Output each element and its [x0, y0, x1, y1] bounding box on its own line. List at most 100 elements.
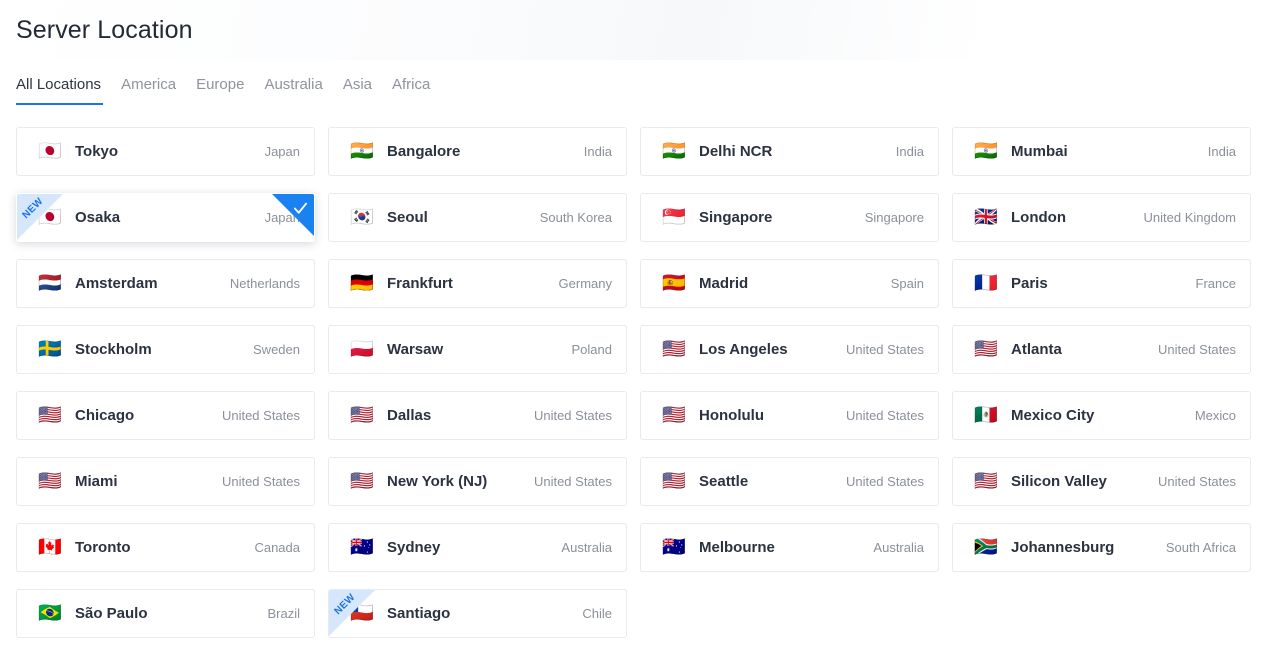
location-card[interactable]: 🇺🇸 Atlanta United States [952, 325, 1251, 374]
location-country: Japan [264, 144, 300, 159]
location-card[interactable]: NEW 🇯🇵 Osaka Japan [16, 193, 315, 242]
flag-singapore-icon: 🇸🇬 [662, 206, 686, 228]
tab-all-locations[interactable]: All Locations [16, 75, 111, 105]
location-card[interactable]: NEW 🇨🇱 Santiago Chile [328, 589, 627, 638]
location-city: Paris [1011, 275, 1048, 292]
location-country: Spain [890, 276, 924, 291]
location-country: Australia [873, 540, 924, 555]
location-city: London [1011, 209, 1066, 226]
location-card[interactable]: 🇮🇳 Delhi NCR India [640, 127, 939, 176]
flag-netherlands-icon: 🇳🇱 [38, 272, 62, 294]
flag-poland-icon: 🇵🇱 [350, 338, 374, 360]
tab-america[interactable]: America [111, 75, 186, 105]
location-country: France [1195, 276, 1236, 291]
flag-united-states-icon: 🇺🇸 [974, 470, 998, 492]
location-card[interactable]: 🇪🇸 Madrid Spain [640, 259, 939, 308]
location-card[interactable]: 🇧🇷 São Paulo Brazil [16, 589, 315, 638]
location-city: Santiago [387, 605, 451, 622]
location-country: Australia [561, 540, 612, 555]
location-country: South Korea [539, 210, 612, 225]
location-country: India [1207, 144, 1236, 159]
location-city: Amsterdam [75, 275, 158, 292]
flag-india-icon: 🇮🇳 [662, 140, 686, 162]
tab-asia[interactable]: Asia [333, 75, 382, 105]
location-card[interactable]: 🇳🇱 Amsterdam Netherlands [16, 259, 315, 308]
location-city: Frankfurt [387, 275, 453, 292]
flag-south-korea-icon: 🇰🇷 [350, 206, 374, 228]
flag-japan-icon: 🇯🇵 [38, 206, 62, 228]
location-card[interactable]: 🇮🇳 Bangalore India [328, 127, 627, 176]
location-city: Atlanta [1011, 341, 1062, 358]
location-card[interactable]: 🇯🇵 Tokyo Japan [16, 127, 315, 176]
location-card[interactable]: 🇦🇺 Melbourne Australia [640, 523, 939, 572]
flag-south-africa-icon: 🇿🇦 [974, 536, 998, 558]
server-location-page: Server Location All Locations America Euro… [0, 0, 1267, 638]
flag-united-states-icon: 🇺🇸 [350, 470, 374, 492]
location-card[interactable]: 🇩🇪 Frankfurt Germany [328, 259, 627, 308]
flag-mexico-icon: 🇲🇽 [974, 404, 998, 426]
location-country: Singapore [864, 210, 924, 225]
location-card[interactable]: 🇺🇸 Los Angeles United States [640, 325, 939, 374]
location-card[interactable]: 🇵🇱 Warsaw Poland [328, 325, 627, 374]
location-card[interactable]: 🇺🇸 Honolulu United States [640, 391, 939, 440]
location-country: South Africa [1165, 540, 1236, 555]
location-city: Chicago [75, 407, 135, 424]
location-card[interactable]: 🇺🇸 Seattle United States [640, 457, 939, 506]
location-card[interactable]: 🇫🇷 Paris France [952, 259, 1251, 308]
location-country: United States [845, 474, 924, 489]
location-country: Japan [264, 210, 300, 225]
location-card[interactable]: 🇨🇦 Toronto Canada [16, 523, 315, 572]
location-city: Johannesburg [1011, 539, 1115, 556]
location-card[interactable]: 🇸🇬 Singapore Singapore [640, 193, 939, 242]
flag-japan-icon: 🇯🇵 [38, 140, 62, 162]
flag-india-icon: 🇮🇳 [974, 140, 998, 162]
location-country: Netherlands [229, 276, 300, 291]
location-country: United States [1157, 342, 1236, 357]
flag-chile-icon: 🇨🇱 [350, 602, 374, 624]
flag-canada-icon: 🇨🇦 [38, 536, 62, 558]
flag-united-states-icon: 🇺🇸 [662, 404, 686, 426]
location-city: Toronto [75, 539, 131, 556]
location-card[interactable]: 🇮🇳 Mumbai India [952, 127, 1251, 176]
location-country: United States [221, 408, 300, 423]
location-city: Honolulu [699, 407, 764, 424]
location-country: United States [845, 408, 924, 423]
flag-united-states-icon: 🇺🇸 [38, 404, 62, 426]
location-card[interactable]: 🇺🇸 Chicago United States [16, 391, 315, 440]
location-card[interactable]: 🇿🇦 Johannesburg South Africa [952, 523, 1251, 572]
location-card[interactable]: 🇺🇸 Miami United States [16, 457, 315, 506]
location-city: Stockholm [75, 341, 152, 358]
location-card[interactable]: 🇲🇽 Mexico City Mexico [952, 391, 1251, 440]
flag-brazil-icon: 🇧🇷 [38, 602, 62, 624]
flag-united-states-icon: 🇺🇸 [974, 338, 998, 360]
flag-united-states-icon: 🇺🇸 [350, 404, 374, 426]
flag-australia-icon: 🇦🇺 [662, 536, 686, 558]
location-city: Seoul [387, 209, 428, 226]
location-card[interactable]: 🇰🇷 Seoul South Korea [328, 193, 627, 242]
location-card[interactable]: 🇺🇸 Silicon Valley United States [952, 457, 1251, 506]
location-country: United States [221, 474, 300, 489]
location-city: Mumbai [1011, 143, 1068, 160]
flag-germany-icon: 🇩🇪 [350, 272, 374, 294]
location-city: Mexico City [1011, 407, 1095, 424]
tab-europe[interactable]: Europe [186, 75, 254, 105]
location-card[interactable]: 🇸🇪 Stockholm Sweden [16, 325, 315, 374]
location-country: United States [533, 408, 612, 423]
flag-united-kingdom-icon: 🇬🇧 [974, 206, 998, 228]
location-city: Miami [75, 473, 118, 490]
location-city: São Paulo [75, 605, 148, 622]
location-country: Mexico [1194, 408, 1236, 423]
location-country: Poland [571, 342, 612, 357]
location-country: Germany [558, 276, 612, 291]
tab-australia[interactable]: Australia [254, 75, 332, 105]
location-card[interactable]: 🇦🇺 Sydney Australia [328, 523, 627, 572]
location-city: Delhi NCR [699, 143, 773, 160]
location-card[interactable]: 🇬🇧 London United Kingdom [952, 193, 1251, 242]
location-card[interactable]: 🇺🇸 Dallas United States [328, 391, 627, 440]
flag-united-states-icon: 🇺🇸 [662, 338, 686, 360]
location-city: New York (NJ) [387, 473, 488, 490]
tab-africa[interactable]: Africa [382, 75, 440, 105]
location-country: India [895, 144, 924, 159]
location-city: Seattle [699, 473, 749, 490]
location-card[interactable]: 🇺🇸 New York (NJ) United States [328, 457, 627, 506]
